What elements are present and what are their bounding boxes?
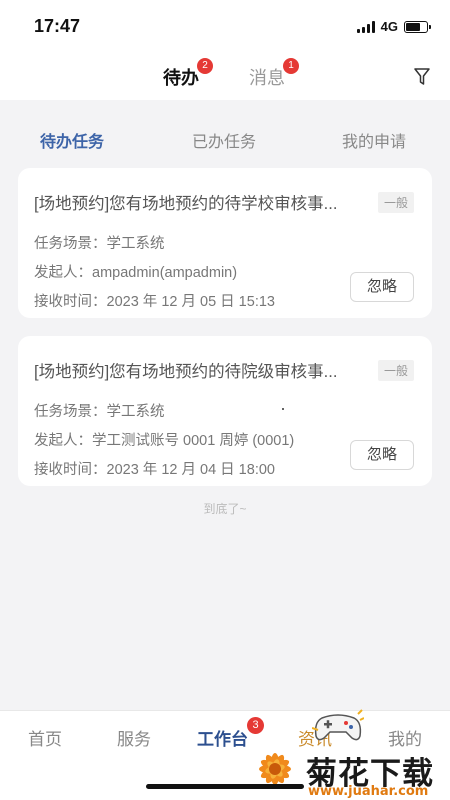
- filter-icon[interactable]: [414, 68, 430, 86]
- signal-icon: [356, 20, 375, 33]
- tab-todo[interactable]: 待办 2: [163, 58, 213, 90]
- stray-dot: [282, 408, 284, 410]
- task-title: [场地预约]您有场地预约的待学校审核事...: [34, 195, 338, 213]
- tab-todo-badge: 2: [197, 58, 213, 74]
- ignore-button[interactable]: 忽略: [350, 440, 414, 470]
- chrysanthemum-icon: [259, 753, 291, 785]
- nav-services[interactable]: 服务: [117, 725, 151, 750]
- status-bar: 17:47 4G: [0, 0, 450, 54]
- tab-messages[interactable]: 消息 1: [249, 58, 299, 90]
- home-indicator: [146, 784, 304, 789]
- status-indicators: 4G: [356, 19, 431, 34]
- subtab-pending[interactable]: 待办任务: [40, 128, 104, 152]
- tab-todo-label: 待办: [163, 68, 199, 88]
- nav-workbench[interactable]: 工作台 3: [197, 717, 264, 750]
- gamepad-icon: [312, 709, 364, 741]
- tab-messages-label: 消息: [249, 68, 285, 88]
- priority-tag: 一般: [377, 191, 414, 213]
- status-time: 17:47: [34, 16, 81, 36]
- top-tabs: 待办 2 消息 1: [0, 54, 450, 100]
- ignore-button[interactable]: 忽略: [350, 272, 414, 302]
- sub-tabs: 待办任务 已办任务 我的申请: [0, 100, 450, 166]
- nav-workbench-label: 工作台: [197, 730, 248, 749]
- priority-tag: 一般: [377, 359, 414, 381]
- subtab-done[interactable]: 已办任务: [192, 128, 256, 152]
- tab-messages-badge: 1: [283, 58, 299, 74]
- task-scene: 任务场景：学工系统: [34, 236, 165, 252]
- task-scene: 任务场景：学工系统: [34, 404, 165, 420]
- task-card[interactable]: [场地预约]您有场地预约的待院级审核事... 一般 任务场景：学工系统 发起人：…: [18, 336, 432, 486]
- network-label: 4G: [380, 19, 398, 34]
- task-card[interactable]: [场地预约]您有场地预约的待学校审核事... 一般 任务场景：学工系统 发起人：…: [18, 168, 432, 318]
- battery-icon: [404, 20, 431, 33]
- watermark-url: www.juahar.com: [308, 784, 429, 799]
- nav-home[interactable]: 首页: [28, 725, 62, 750]
- subtab-my-applications[interactable]: 我的申请: [342, 128, 406, 152]
- task-title: [场地预约]您有场地预约的待院级审核事...: [34, 363, 338, 381]
- end-of-list-text: 到底了~: [203, 502, 247, 516]
